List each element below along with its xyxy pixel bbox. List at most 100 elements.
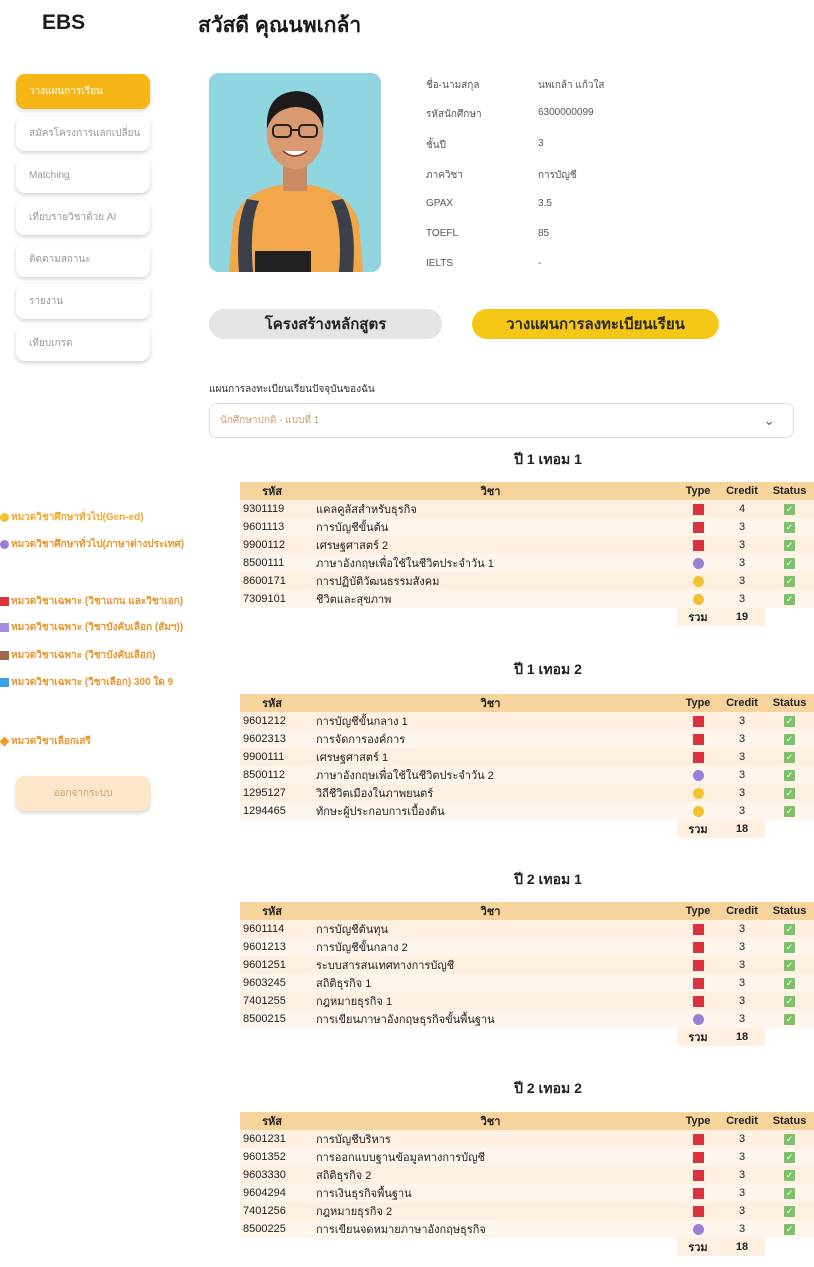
- table-row[interactable]: 9301119 แคลคูลัสสำหรับธุรกิจ 4 ✓: [240, 500, 814, 518]
- table-row[interactable]: 9601352 การออกแบบฐานข้อมูลทางการบัญชี 3 ✓: [240, 1148, 814, 1166]
- table-row[interactable]: 8500215 การเขียนภาษาอังกฤษธุรกิจขั้นพื้นฐ…: [240, 1010, 814, 1028]
- sidebar-item-report[interactable]: รายงาน: [16, 284, 150, 319]
- table-row[interactable]: 8500111 ภาษาอังกฤษเพื่อใช้ในชีวิตประจำวัน…: [240, 554, 814, 572]
- course-name: การปฏิบัติวัฒนธรรมสังคม: [304, 572, 677, 590]
- course-type: [677, 766, 719, 784]
- col-credit-header: Credit: [719, 694, 765, 712]
- col-status-header: Status: [765, 1112, 814, 1130]
- sidebar-item-label: รายงาน: [29, 296, 64, 307]
- plan-select[interactable]: นักศึกษาปกติ - แบบที่ 1 ⌄: [209, 403, 794, 438]
- total-row: รวม 19: [240, 608, 814, 626]
- sidebar-item-ai-compare[interactable]: เทียบรายวิชาด้วย AI: [16, 200, 150, 235]
- course-name: การบัญชีขั้นกลาง 2: [304, 938, 677, 956]
- table-row[interactable]: 7401256 กฎหมายธุรกิจ 2 3 ✓: [240, 1202, 814, 1220]
- table-row[interactable]: 9601114 การบัญชีต้นทุน 3 ✓: [240, 920, 814, 938]
- course-code: 8500112: [240, 766, 304, 784]
- course-status: ✓: [765, 748, 814, 766]
- table-row[interactable]: 9601113 การบัญชีขั้นต้น 3 ✓: [240, 518, 814, 536]
- term-title: ปี 1 เทอม 2: [514, 661, 582, 677]
- table-row[interactable]: 1295127 วิถีชีวิตเมืองในภาพยนตร์ 3 ✓: [240, 784, 814, 802]
- course-code: 9601113: [240, 518, 304, 536]
- table-row[interactable]: 7309101 ชีวิตและสุขภาพ 3 ✓: [240, 590, 814, 608]
- course-credit: 3: [719, 974, 765, 992]
- legend-label: หมวดวิชาศึกษาทั่วไป(Gen-ed): [11, 512, 144, 523]
- plan-select-label: แผนการลงทะเบียนเรียนปัจจุบันของฉัน: [209, 384, 375, 395]
- square-icon: [0, 623, 9, 632]
- legend-label: หมวดวิชาเลือกเสรี: [11, 736, 91, 747]
- course-code: 9601114: [240, 920, 304, 938]
- course-type: [677, 1148, 719, 1166]
- course-credit: 3: [719, 956, 765, 974]
- sidebar-item-label: ติดตามสถานะ: [29, 254, 91, 265]
- course-code: 7309101: [240, 590, 304, 608]
- course-credit: 3: [719, 1184, 765, 1202]
- profile-toefl-label: TOEFL: [426, 228, 459, 239]
- course-status: ✓: [765, 1202, 814, 1220]
- category-square-icon: [692, 977, 704, 989]
- sidebar-item-tracking[interactable]: ติดตามสถานะ: [16, 242, 150, 277]
- table-row[interactable]: 9604294 การเงินธุรกิจพื้นฐาน 3 ✓: [240, 1184, 814, 1202]
- total-label: รวม: [677, 1028, 719, 1046]
- course-type: [677, 1220, 719, 1238]
- registration-plan-button[interactable]: วางแผนการลงทะเบียนเรียน: [472, 309, 719, 339]
- table-row[interactable]: 9603330 สถิติธุรกิจ 2 3 ✓: [240, 1166, 814, 1184]
- curriculum-button-label: โครงสร้างหลักสูตร: [264, 316, 387, 333]
- category-square-icon: [692, 959, 704, 971]
- table-row[interactable]: 8600171 การปฏิบัติวัฒนธรรมสังคม 3 ✓: [240, 572, 814, 590]
- course-code: 9603330: [240, 1166, 304, 1184]
- col-type-header: Type: [677, 1112, 719, 1130]
- legend-item: หมวดวิชาศึกษาทั่วไป(ภาษาต่างประเทศ): [0, 537, 184, 552]
- check-icon: ✓: [784, 733, 795, 745]
- legend-item: หมวดวิชาเลือกเสรี: [0, 734, 91, 749]
- table-row[interactable]: 8500112 ภาษาอังกฤษเพื่อใช้ในชีวิตประจำวัน…: [240, 766, 814, 784]
- category-circle-icon: [692, 769, 704, 781]
- table-row[interactable]: 9601213 การบัญชีขั้นกลาง 2 3 ✓: [240, 938, 814, 956]
- course-credit: 3: [719, 992, 765, 1010]
- table-header-row: รหัส วิชา Type Credit Status: [240, 482, 814, 500]
- term-title: ปี 2 เทอม 2: [514, 1080, 582, 1096]
- table-row[interactable]: 8500225 การเขียนจดหมายภาษาอังกฤษธุรกิจ 3 ✓: [240, 1220, 814, 1238]
- diamond-icon: [0, 736, 10, 747]
- course-credit: 3: [719, 784, 765, 802]
- legend-item: หมวดวิชาเฉพาะ (วิชาแกน และวิชาเอก): [0, 594, 183, 609]
- table-row[interactable]: 9603245 สถิติธุรกิจ 1 3 ✓: [240, 974, 814, 992]
- term-title: ปี 1 เทอม 1: [514, 451, 582, 467]
- course-code: 9601251: [240, 956, 304, 974]
- course-status: ✓: [765, 974, 814, 992]
- course-credit: 4: [719, 500, 765, 518]
- curriculum-button[interactable]: โครงสร้างหลักสูตร: [209, 309, 442, 339]
- category-circle-icon: [692, 593, 704, 605]
- sidebar-item-grade-compare[interactable]: เทียบเกรด: [16, 326, 150, 361]
- profile-id-label: รหัสนักศึกษา: [426, 109, 482, 120]
- category-circle-icon: [692, 575, 704, 587]
- total-credits: 18: [719, 820, 765, 838]
- course-code: 1294465: [240, 802, 304, 820]
- col-code-header: รหัส: [240, 694, 304, 712]
- course-credit: 3: [719, 766, 765, 784]
- sidebar-item-exchange-apply[interactable]: สมัครโครงการแลกเปลี่ยน: [16, 116, 150, 151]
- check-icon: ✓: [784, 941, 795, 953]
- course-credit: 3: [719, 730, 765, 748]
- course-type: [677, 1010, 719, 1028]
- col-name-header: วิชา: [304, 694, 677, 712]
- table-row[interactable]: 9602313 การจัดการองค์การ 3 ✓: [240, 730, 814, 748]
- table-row[interactable]: 9900112 เศรษฐศาสตร์ 2 3 ✓: [240, 536, 814, 554]
- table-row[interactable]: 1294465 ทักษะผู้ประกอบการเบื้องต้น 3 ✓: [240, 802, 814, 820]
- table-row[interactable]: 9900111 เศรษฐศาสตร์ 1 3 ✓: [240, 748, 814, 766]
- table-row[interactable]: 9601212 การบัญชีขั้นกลาง 1 3 ✓: [240, 712, 814, 730]
- course-type: [677, 784, 719, 802]
- sidebar-item-study-plan[interactable]: วางแผนการเรียน: [16, 74, 150, 109]
- student-photo: [209, 73, 381, 272]
- profile-id-value: 6300000099: [538, 107, 594, 118]
- legend-item: หมวดวิชาเฉพาะ (วิชาบังคับเลือก (สัมฯ)): [0, 620, 183, 635]
- profile-dept-label: ภาควิชา: [426, 170, 463, 181]
- table-row[interactable]: 9601251 ระบบสารสนเทศทางการบัญชี 3 ✓: [240, 956, 814, 974]
- course-name: การบัญชีต้นทุน: [304, 920, 677, 938]
- course-code: 7401255: [240, 992, 304, 1010]
- course-code: 9301119: [240, 500, 304, 518]
- logout-button[interactable]: ออกจากระบบ: [16, 776, 150, 811]
- table-row[interactable]: 7401255 กฎหมายธุรกิจ 1 3 ✓: [240, 992, 814, 1010]
- sidebar-item-matching[interactable]: Matching: [16, 158, 150, 193]
- table-row[interactable]: 9601231 การบัญชีบริหาร 3 ✓: [240, 1130, 814, 1148]
- term-table: รหัส วิชา Type Credit Status 9601231 การบัญชีบ…: [240, 1112, 814, 1256]
